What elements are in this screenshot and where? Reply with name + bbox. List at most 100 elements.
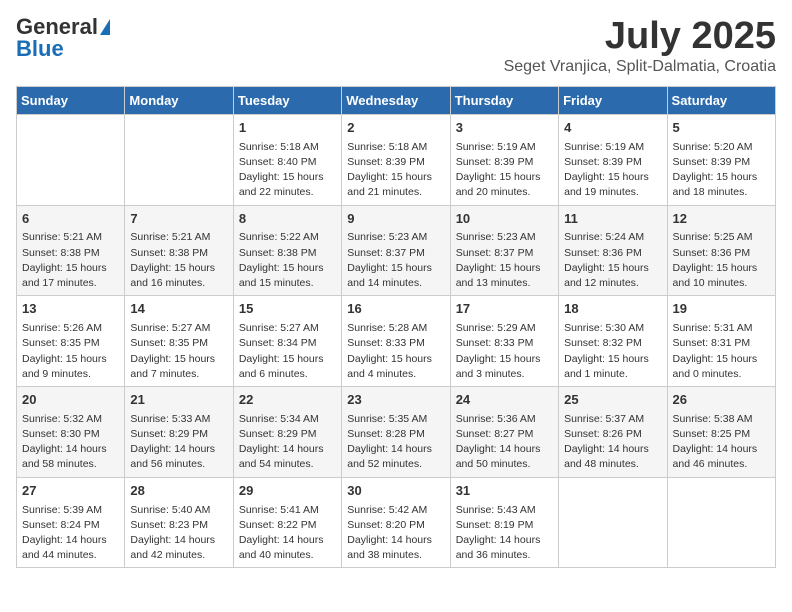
calendar-week-row: 6Sunrise: 5:21 AM Sunset: 8:38 PM Daylig…: [17, 205, 776, 296]
day-number: 24: [456, 391, 553, 410]
day-info: Sunrise: 5:25 AM Sunset: 8:36 PM Dayligh…: [673, 230, 770, 291]
logo-triangle-icon: [100, 19, 110, 35]
logo: General Blue: [16, 16, 110, 60]
header: General Blue July 2025 Seget Vranjica, S…: [16, 16, 776, 76]
day-info: Sunrise: 5:19 AM Sunset: 8:39 PM Dayligh…: [456, 140, 553, 201]
calendar-cell: 28Sunrise: 5:40 AM Sunset: 8:23 PM Dayli…: [125, 477, 233, 568]
day-number: 8: [239, 210, 336, 229]
day-number: 26: [673, 391, 770, 410]
day-number: 29: [239, 482, 336, 501]
day-number: 11: [564, 210, 661, 229]
calendar-cell: 2 Sunrise: 5:18 AM Sunset: 8:39 PM Daylig…: [342, 114, 450, 205]
day-number: 14: [130, 300, 227, 319]
day-number: 25: [564, 391, 661, 410]
month-title: July 2025: [504, 16, 776, 58]
calendar-cell: [667, 477, 775, 568]
day-info: Sunrise: 5:40 AM Sunset: 8:23 PM Dayligh…: [130, 503, 227, 564]
calendar-week-row: 13 Sunrise: 5:26 AM Sunset: 8:35 PM Dayli…: [17, 296, 776, 387]
calendar-cell: 11Sunrise: 5:24 AM Sunset: 8:36 PM Dayli…: [559, 205, 667, 296]
calendar-cell: 23Sunrise: 5:35 AM Sunset: 8:28 PM Dayli…: [342, 386, 450, 477]
day-info: Sunrise: 5:42 AM Sunset: 8:20 PM Dayligh…: [347, 503, 444, 564]
day-info: Sunrise: 5:26 AM Sunset: 8:35 PM Dayligh…: [22, 321, 119, 382]
day-info: Sunrise: 5:29 AM Sunset: 8:33 PM Dayligh…: [456, 321, 553, 382]
calendar-cell: 27 Sunrise: 5:39 AM Sunset: 8:24 PM Dayli…: [17, 477, 125, 568]
day-number: 20: [22, 391, 119, 410]
day-number: 30: [347, 482, 444, 501]
day-number: 27: [22, 482, 119, 501]
calendar-cell: 8Sunrise: 5:22 AM Sunset: 8:38 PM Daylig…: [233, 205, 341, 296]
day-number: 31: [456, 482, 553, 501]
calendar-cell: 29 Sunrise: 5:41 AM Sunset: 8:22 PM Dayli…: [233, 477, 341, 568]
day-info: Sunrise: 5:24 AM Sunset: 8:36 PM Dayligh…: [564, 230, 661, 291]
day-info: Sunrise: 5:22 AM Sunset: 8:38 PM Dayligh…: [239, 230, 336, 291]
calendar-cell: [17, 114, 125, 205]
day-number: 5: [673, 119, 770, 138]
calendar-week-row: 20Sunrise: 5:32 AM Sunset: 8:30 PM Dayli…: [17, 386, 776, 477]
calendar-cell: [559, 477, 667, 568]
day-number: 10: [456, 210, 553, 229]
calendar-cell: 18Sunrise: 5:30 AM Sunset: 8:32 PM Dayli…: [559, 296, 667, 387]
calendar-cell: 20Sunrise: 5:32 AM Sunset: 8:30 PM Dayli…: [17, 386, 125, 477]
day-number: 2: [347, 119, 444, 138]
day-number: 9: [347, 210, 444, 229]
day-info: Sunrise: 5:21 AM Sunset: 8:38 PM Dayligh…: [22, 230, 119, 291]
day-number: 4: [564, 119, 661, 138]
day-info: Sunrise: 5:38 AM Sunset: 8:25 PM Dayligh…: [673, 412, 770, 473]
day-number: 22: [239, 391, 336, 410]
day-info: Sunrise: 5:21 AM Sunset: 8:38 PM Dayligh…: [130, 230, 227, 291]
logo-general: General: [16, 16, 98, 38]
day-number: 13: [22, 300, 119, 319]
logo-blue: Blue: [16, 38, 64, 60]
calendar-cell: 10Sunrise: 5:23 AM Sunset: 8:37 PM Dayli…: [450, 205, 558, 296]
calendar-cell: 4Sunrise: 5:19 AM Sunset: 8:39 PM Daylig…: [559, 114, 667, 205]
day-info: Sunrise: 5:23 AM Sunset: 8:37 PM Dayligh…: [456, 230, 553, 291]
location-title: Seget Vranjica, Split-Dalmatia, Croatia: [504, 58, 776, 76]
day-info: Sunrise: 5:31 AM Sunset: 8:31 PM Dayligh…: [673, 321, 770, 382]
calendar-cell: 6Sunrise: 5:21 AM Sunset: 8:38 PM Daylig…: [17, 205, 125, 296]
calendar-header-tuesday: Tuesday: [233, 86, 341, 114]
calendar-header-sunday: Sunday: [17, 86, 125, 114]
day-number: 19: [673, 300, 770, 319]
day-number: 21: [130, 391, 227, 410]
day-info: Sunrise: 5:33 AM Sunset: 8:29 PM Dayligh…: [130, 412, 227, 473]
calendar-header-saturday: Saturday: [667, 86, 775, 114]
calendar-body: 1Sunrise: 5:18 AM Sunset: 8:40 PM Daylig…: [17, 114, 776, 568]
title-area: July 2025 Seget Vranjica, Split-Dalmatia…: [504, 16, 776, 76]
day-info: Sunrise: 5:39 AM Sunset: 8:24 PM Dayligh…: [22, 503, 119, 564]
calendar-cell: 22 Sunrise: 5:34 AM Sunset: 8:29 PM Dayli…: [233, 386, 341, 477]
day-info: Sunrise: 5:23 AM Sunset: 8:37 PM Dayligh…: [347, 230, 444, 291]
day-number: 3: [456, 119, 553, 138]
day-number: 7: [130, 210, 227, 229]
calendar-cell: 19 Sunrise: 5:31 AM Sunset: 8:31 PM Dayli…: [667, 296, 775, 387]
calendar-cell: 26 Sunrise: 5:38 AM Sunset: 8:25 PM Dayli…: [667, 386, 775, 477]
calendar-cell: 12Sunrise: 5:25 AM Sunset: 8:36 PM Dayli…: [667, 205, 775, 296]
day-number: 6: [22, 210, 119, 229]
calendar-cell: 13 Sunrise: 5:26 AM Sunset: 8:35 PM Dayli…: [17, 296, 125, 387]
day-number: 15: [239, 300, 336, 319]
calendar-cell: 21 Sunrise: 5:33 AM Sunset: 8:29 PM Dayli…: [125, 386, 233, 477]
day-info: Sunrise: 5:41 AM Sunset: 8:22 PM Dayligh…: [239, 503, 336, 564]
day-info: Sunrise: 5:37 AM Sunset: 8:26 PM Dayligh…: [564, 412, 661, 473]
day-info: Sunrise: 5:43 AM Sunset: 8:19 PM Dayligh…: [456, 503, 553, 564]
calendar-cell: 1Sunrise: 5:18 AM Sunset: 8:40 PM Daylig…: [233, 114, 341, 205]
calendar-header-friday: Friday: [559, 86, 667, 114]
day-info: Sunrise: 5:30 AM Sunset: 8:32 PM Dayligh…: [564, 321, 661, 382]
day-info: Sunrise: 5:36 AM Sunset: 8:27 PM Dayligh…: [456, 412, 553, 473]
day-number: 17: [456, 300, 553, 319]
day-number: 16: [347, 300, 444, 319]
day-info: Sunrise: 5:18 AM Sunset: 8:39 PM Dayligh…: [347, 140, 444, 201]
calendar-cell: 9Sunrise: 5:23 AM Sunset: 8:37 PM Daylig…: [342, 205, 450, 296]
calendar-header-monday: Monday: [125, 86, 233, 114]
day-info: Sunrise: 5:34 AM Sunset: 8:29 PM Dayligh…: [239, 412, 336, 473]
day-info: Sunrise: 5:20 AM Sunset: 8:39 PM Dayligh…: [673, 140, 770, 201]
day-info: Sunrise: 5:18 AM Sunset: 8:40 PM Dayligh…: [239, 140, 336, 201]
calendar-header-wednesday: Wednesday: [342, 86, 450, 114]
calendar-cell: 17 Sunrise: 5:29 AM Sunset: 8:33 PM Dayli…: [450, 296, 558, 387]
day-info: Sunrise: 5:27 AM Sunset: 8:34 PM Dayligh…: [239, 321, 336, 382]
day-info: Sunrise: 5:35 AM Sunset: 8:28 PM Dayligh…: [347, 412, 444, 473]
calendar-cell: 15 Sunrise: 5:27 AM Sunset: 8:34 PM Dayli…: [233, 296, 341, 387]
calendar-cell: [125, 114, 233, 205]
calendar-week-row: 1Sunrise: 5:18 AM Sunset: 8:40 PM Daylig…: [17, 114, 776, 205]
calendar-header-row: SundayMondayTuesdayWednesdayThursdayFrid…: [17, 86, 776, 114]
day-info: Sunrise: 5:27 AM Sunset: 8:35 PM Dayligh…: [130, 321, 227, 382]
